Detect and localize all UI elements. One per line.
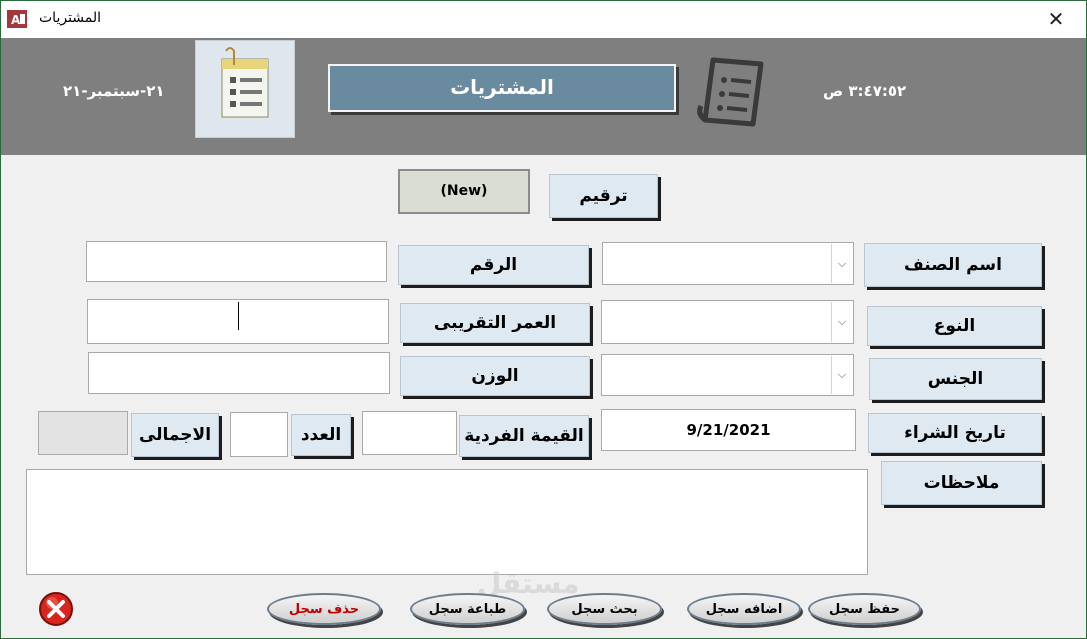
header-band: ٢١-سبتمبر-٢١ المشتريات ٣:٤٧:٥٢ ص bbox=[1, 38, 1086, 155]
document-clip-icon bbox=[195, 40, 295, 138]
header-title: المشتريات bbox=[328, 64, 676, 112]
purchase-date-label: تاريخ الشراء bbox=[868, 413, 1042, 453]
add-record-button[interactable]: اضافه سجل bbox=[687, 593, 801, 625]
window-title: المشتريات bbox=[39, 10, 102, 26]
receipt-icon bbox=[691, 50, 781, 134]
total-label: الاجمالى bbox=[131, 413, 219, 457]
weight-label: الوزن bbox=[400, 356, 590, 396]
close-circle-icon bbox=[39, 592, 73, 626]
unit-value-input[interactable] bbox=[362, 411, 457, 455]
id-label: الرقم bbox=[398, 245, 589, 285]
title-bar: A المشتريات ✕ bbox=[1, 1, 1086, 38]
close-window-button[interactable]: ✕ bbox=[1042, 7, 1070, 31]
purchases-window: A المشتريات ✕ ٢١-سبتمبر-٢١ المشتريات ٣:٤… bbox=[0, 0, 1087, 639]
weight-input[interactable] bbox=[88, 352, 390, 394]
notes-label: ملاحظات bbox=[881, 461, 1042, 505]
access-app-icon: A bbox=[7, 10, 27, 28]
save-record-button[interactable]: حفظ سجل bbox=[808, 593, 921, 625]
approx-age-label: العمر التقريبى bbox=[400, 303, 590, 343]
item-name-label: اسم الصنف bbox=[864, 243, 1042, 287]
exit-button[interactable] bbox=[38, 591, 74, 627]
count-label: العدد bbox=[291, 414, 351, 456]
gender-combo[interactable]: ⌵ bbox=[601, 354, 854, 396]
chevron-down-icon[interactable]: ⌵ bbox=[831, 244, 852, 283]
record-number-field: (New) bbox=[398, 169, 530, 214]
number-button[interactable]: ترقيم bbox=[549, 174, 658, 218]
search-record-button[interactable]: بحث سجل bbox=[547, 593, 662, 625]
gender-label: الجنس bbox=[869, 358, 1042, 400]
id-input[interactable] bbox=[86, 241, 387, 282]
unit-value-label: القيمة الفردية bbox=[459, 415, 589, 457]
text-cursor bbox=[238, 302, 239, 330]
approx-age-input[interactable] bbox=[87, 299, 389, 344]
notes-textarea[interactable] bbox=[26, 469, 868, 575]
delete-record-button[interactable]: حذف سجل bbox=[267, 593, 381, 625]
svg-text:A: A bbox=[11, 13, 21, 27]
type-combo[interactable]: ⌵ bbox=[601, 300, 854, 344]
total-value-field bbox=[38, 411, 128, 455]
header-date: ٢١-سبتمبر-٢١ bbox=[63, 82, 165, 100]
header-time: ٣:٤٧:٥٢ ص bbox=[823, 82, 907, 100]
count-input[interactable] bbox=[230, 412, 288, 457]
chevron-down-icon[interactable]: ⌵ bbox=[831, 302, 852, 342]
chevron-down-icon[interactable]: ⌵ bbox=[831, 356, 852, 394]
purchase-date-input[interactable]: 9/21/2021 bbox=[601, 409, 856, 451]
item-name-combo[interactable]: ⌵ bbox=[602, 242, 854, 285]
print-record-button[interactable]: طباعة سجل bbox=[410, 593, 525, 625]
type-label: النوع bbox=[867, 306, 1042, 346]
